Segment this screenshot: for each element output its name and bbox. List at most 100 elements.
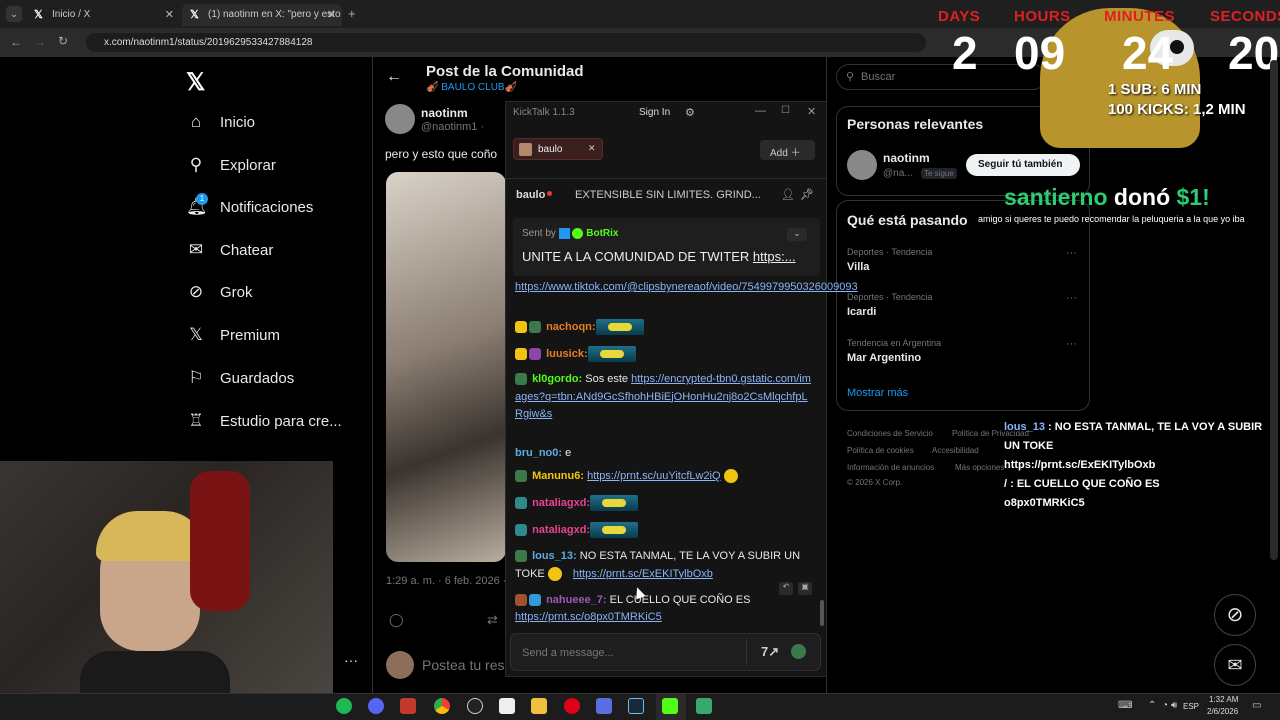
kicktalk-icon[interactable] [662, 698, 678, 714]
app-icon[interactable] [596, 698, 612, 714]
more-icon[interactable]: ··· [1066, 247, 1077, 259]
tab-post[interactable]: 𝕏 (1) naotinm en X: "pero y esto q... ✕ [182, 4, 342, 26]
repost-icon[interactable]: ⇄ [487, 612, 498, 628]
more-icon[interactable]: ··· [1066, 338, 1077, 350]
footer-link[interactable]: Condiciones de Servicio [847, 429, 933, 438]
sidebar-item-premium[interactable]: 𝕏 Premium [186, 320, 280, 350]
minimize-icon[interactable]: — [755, 105, 766, 117]
sidebar-item-inicio[interactable]: ⌂ Inicio [186, 107, 255, 137]
message-input-box[interactable]: Send a message... 7↗ [510, 633, 821, 671]
sidebar-item-estudio[interactable]: ♖ Estudio para cre... [186, 406, 341, 436]
settings-icon[interactable]: ⚙ [685, 106, 695, 119]
close-tab-icon[interactable]: ✕ [165, 8, 174, 21]
discord-icon[interactable] [368, 698, 384, 714]
back-icon[interactable]: ← [10, 35, 22, 49]
more-icon[interactable]: ··· [1066, 292, 1077, 304]
follow-button[interactable]: Seguir tú también [966, 154, 1080, 176]
pin-icon[interactable]: 📌︎ [800, 188, 814, 201]
messages-icon[interactable]: ✉ [1214, 644, 1256, 686]
volume-icon[interactable]: 🔊︎ [1171, 700, 1177, 711]
reply-input[interactable]: Postea tu res [422, 657, 505, 673]
clock-time[interactable]: 1:32 AM [1209, 695, 1238, 704]
community-link[interactable]: 🎻 BAULO CLUB🎻 [426, 82, 517, 93]
keyboard-icon[interactable]: ⌨ [1118, 700, 1132, 711]
footer-link[interactable]: Política de cookies [847, 446, 914, 455]
chrome-icon[interactable] [434, 698, 450, 714]
sidebar-item-guardados[interactable]: ⚐ Guardados [186, 363, 294, 393]
user-icon[interactable]: 👤︎ [781, 188, 795, 201]
commands-icon[interactable]: 7↗ [761, 644, 779, 660]
sign-in-button[interactable]: Sign In [639, 107, 670, 118]
sub-badge-icon [515, 524, 527, 537]
pinned-link[interactable]: https:... [753, 249, 796, 264]
message-link[interactable]: https://www.tiktok.com/@clipsbynereaof/v… [515, 281, 858, 293]
chat-username[interactable]: luusick: [546, 348, 588, 360]
obs-icon[interactable] [467, 698, 483, 714]
author-handle[interactable]: @naotinm1 · [421, 121, 484, 133]
chat-username[interactable]: nataliagxd: [532, 524, 590, 536]
spotify-icon[interactable] [336, 698, 352, 714]
chat-username[interactable]: kl0gordo: [532, 373, 582, 385]
url-field[interactable]: x.com/naotinm1/status/201962953342788412… [86, 33, 926, 52]
language-indicator[interactable]: ESP [1183, 702, 1199, 711]
scrollbar[interactable] [1270, 60, 1278, 560]
opera-icon[interactable] [564, 698, 580, 714]
tray-chevron-icon[interactable]: ⌃ [1148, 700, 1156, 711]
show-more-link[interactable]: Mostrar más [847, 387, 908, 399]
chat-username[interactable]: bru_no0: [515, 447, 562, 459]
expand-pinned-icon[interactable]: ⌄ [787, 228, 807, 241]
forward-icon[interactable]: → [34, 35, 46, 49]
notifications-icon[interactable]: ▭ [1252, 700, 1261, 711]
message-link[interactable]: https://prnt.sc/o8px0TMRKiC5 [515, 611, 662, 623]
author-name[interactable]: naotinm [421, 106, 468, 120]
channel-tab-baulo[interactable]: baulo ✕ [513, 138, 603, 160]
chat-username[interactable]: nahueee_7: [546, 594, 607, 606]
tab-list-button[interactable]: ⌄ [6, 6, 22, 22]
capcut-icon[interactable] [499, 698, 515, 714]
reload-icon[interactable]: ↻ [58, 34, 68, 48]
reply-icon[interactable]: ◯ [389, 612, 404, 628]
close-tab-icon[interactable]: ✕ [327, 8, 336, 21]
sidebar-item-chatear[interactable]: ✉ Chatear [186, 235, 274, 265]
message-input[interactable]: Send a message... [522, 647, 614, 659]
avatar[interactable] [385, 104, 415, 134]
close-icon[interactable]: ✕ [807, 105, 816, 118]
trend-name[interactable]: Villa [847, 261, 869, 273]
chat-username[interactable]: nachoqn: [546, 321, 596, 333]
network-icon[interactable]: ◔ [1162, 700, 1168, 711]
minecraft-icon[interactable] [696, 698, 712, 714]
more-options-icon[interactable]: ··· [344, 652, 358, 668]
message-link[interactable]: https://prnt.sc/ExEKITylbOxb [573, 568, 713, 580]
sidebar-item-explorar[interactable]: ⚲ Explorar [186, 150, 276, 180]
chat-username[interactable]: Manunu6: [532, 470, 584, 482]
trend-name[interactable]: Icardi [847, 306, 876, 318]
footer-link[interactable]: Información de anuncios [847, 463, 934, 472]
sidebar-item-notificaciones[interactable]: 🔔︎ 1 Notificaciones [186, 192, 313, 222]
maximize-icon[interactable]: ☐ [781, 105, 790, 116]
avatar[interactable] [847, 150, 877, 180]
chat-username[interactable]: lous_13: [532, 550, 577, 562]
close-channel-icon[interactable]: ✕ [588, 143, 596, 154]
sidebar-item-grok[interactable]: ⊘ Grok [186, 277, 253, 307]
grok-icon: ⊘ [188, 282, 204, 301]
back-arrow-icon[interactable]: ← [386, 68, 402, 86]
tab-inicio[interactable]: 𝕏 Inicio / X ✕ [26, 4, 180, 26]
chat-message: Manunu6: https://prnt.sc/uuYitcfLw2iQ [515, 468, 815, 484]
voicemeeter-icon[interactable] [400, 698, 416, 714]
add-channel-button[interactable]: Add ＋ [760, 140, 815, 160]
chat-username[interactable]: nataliagxd: [532, 497, 590, 509]
steam-icon[interactable] [628, 698, 644, 714]
x-logo-icon[interactable]: 𝕏 [186, 68, 205, 97]
clock-date[interactable]: 2/6/2026 [1207, 707, 1238, 716]
trend-name[interactable]: Mar Argentino [847, 352, 921, 364]
post-media[interactable] [386, 172, 506, 562]
person-name[interactable]: naotinm [883, 151, 930, 165]
pinned-sender: BotRix [586, 228, 619, 240]
emote-picker-icon[interactable] [791, 644, 806, 659]
grok-icon[interactable]: ⊘ [1214, 594, 1256, 636]
message-link[interactable]: https://prnt.sc/uuYitcfLw2iQ [587, 470, 720, 482]
folder-icon[interactable] [531, 698, 547, 714]
new-tab-button[interactable]: + [348, 6, 356, 21]
footer-link[interactable]: Accesibilidad [932, 446, 979, 455]
chat-scrollbar[interactable] [820, 600, 824, 626]
